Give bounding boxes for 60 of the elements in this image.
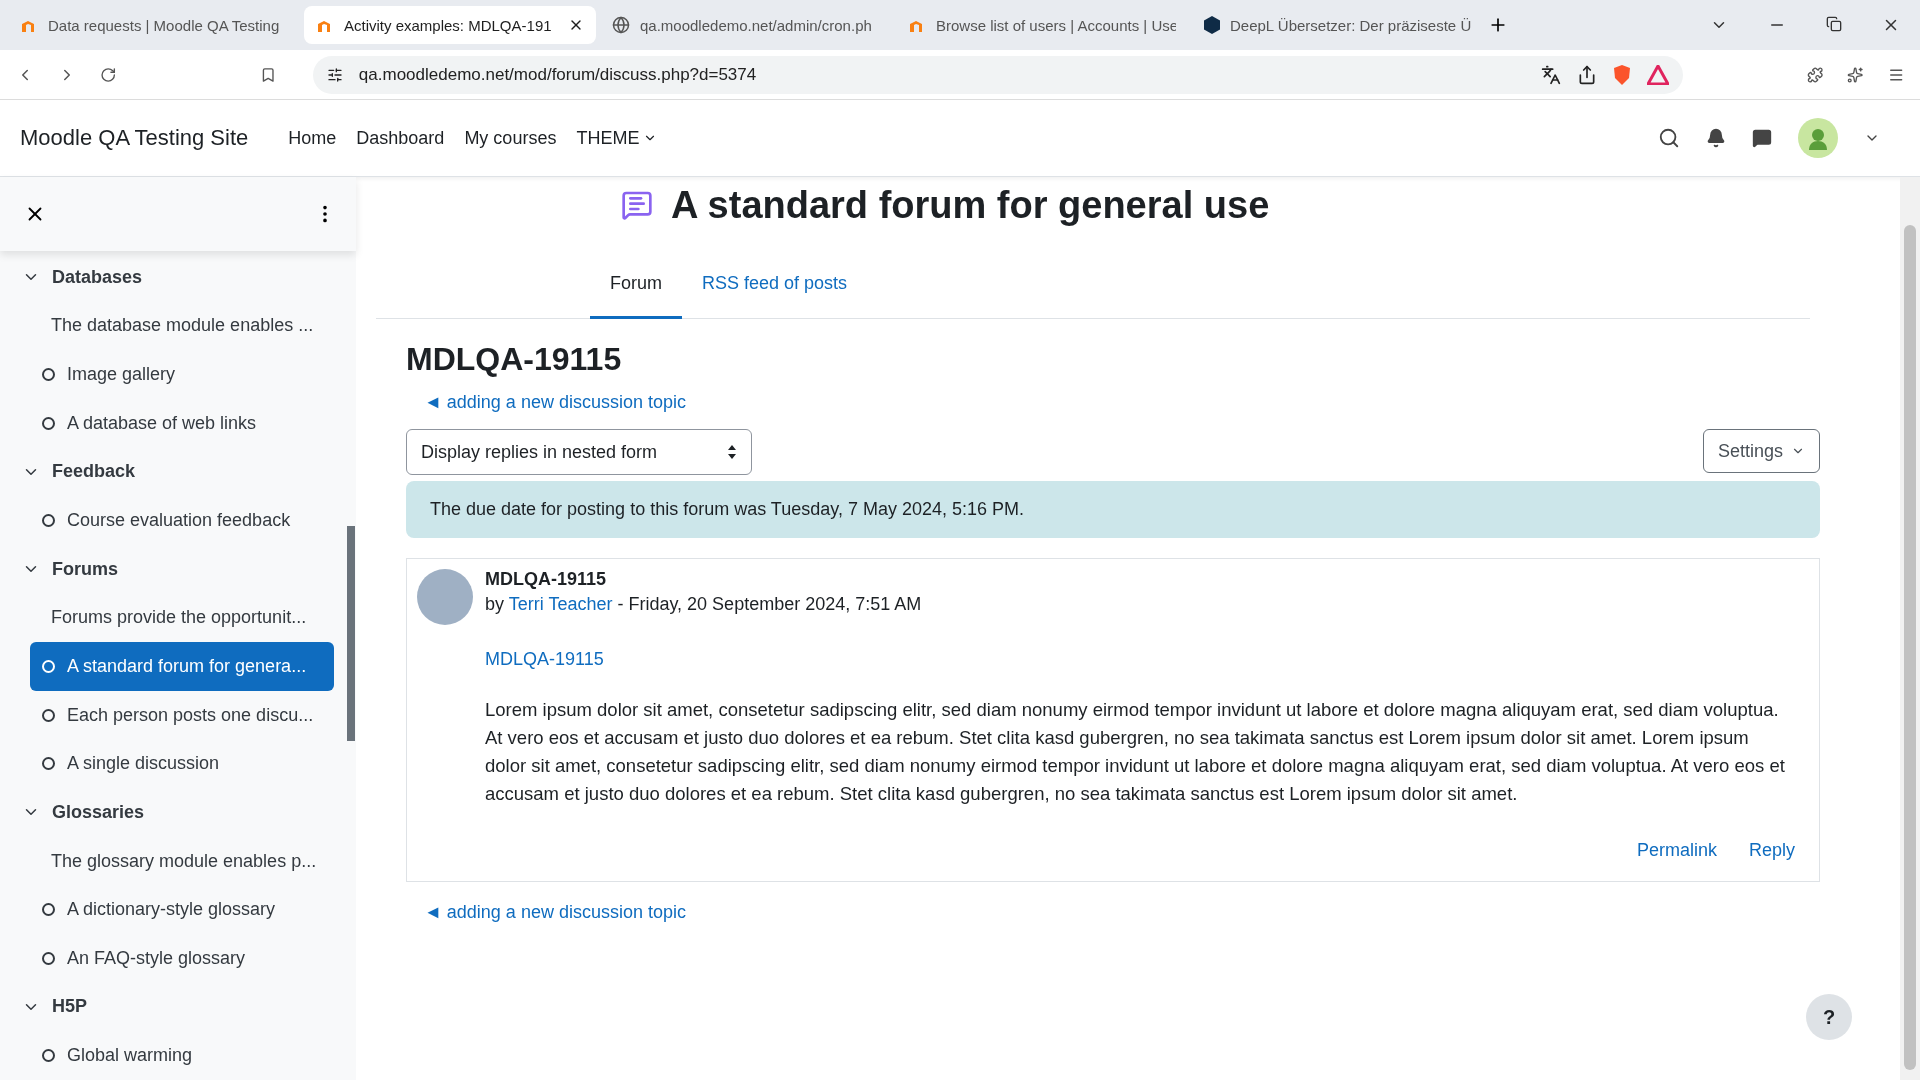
sidebar-item[interactable]: Each person posts one discu... <box>30 690 334 740</box>
sidebar-item[interactable]: Course evaluation feedback <box>30 496 334 545</box>
sidebar-item[interactable]: Image gallery <box>30 350 334 399</box>
due-date-alert: The due date for posting to this forum was Tuesday, 7 May 2024, 5:16 PM. <box>406 481 1820 538</box>
chat-icon[interactable] <box>1752 128 1772 148</box>
translate-icon[interactable] <box>1540 64 1561 85</box>
browser-tab[interactable]: Data requests | Moodle QA Testing <box>8 6 300 44</box>
section-title[interactable]: Feedback <box>52 461 136 483</box>
browser-tab[interactable]: qa.moodledemo.net/admin/cron.ph <box>600 6 892 44</box>
add-topic-link[interactable]: ◄ adding a new discussion topic <box>406 392 686 413</box>
author-link[interactable]: Terri Teacher <box>508 594 613 614</box>
sidebar-item[interactable]: Forums provide the opportunit... <box>30 593 334 643</box>
sidebar-item[interactable]: Global warming <box>30 1031 334 1080</box>
nav-link[interactable]: Home <box>288 127 337 149</box>
forum-icon <box>621 189 653 221</box>
add-topic-link[interactable]: ◄ adding a new discussion topic <box>406 902 686 923</box>
globe-icon <box>612 16 630 34</box>
sidebar-item[interactable]: The database module enables ... <box>30 301 334 351</box>
site-name[interactable]: Moodle QA Testing Site <box>20 125 249 151</box>
nav-link[interactable]: THEME <box>576 127 658 149</box>
scrollbar-thumb[interactable] <box>347 526 355 741</box>
display-mode-select[interactable]: Display replies in nested form <box>406 429 752 475</box>
site-info-icon[interactable] <box>326 66 343 83</box>
section-title[interactable]: Databases <box>52 266 143 288</box>
scrollbar-thumb[interactable] <box>1904 225 1916 1070</box>
nav-link[interactable]: Dashboard <box>356 127 445 149</box>
post-subject: MDLQA-19115 <box>485 569 608 590</box>
sidebar-item[interactable]: A dictionary-style glossary <box>30 885 334 934</box>
bell-icon[interactable] <box>1706 128 1726 148</box>
page-tab[interactable]: Forum <box>590 259 682 319</box>
restore-icon[interactable] <box>1826 16 1842 32</box>
sidebar-item[interactable]: A single discussion <box>30 739 334 789</box>
post-body: Lorem ipsum dolor sit amet, consetetur sadipscing elitr, sed diam nonumy eirmod tempor invidunt ut labore et dolore magna aliquyam erat, sed diam voluptua. At vero eos et accusam et justo duo dolores et ea rebum. Stet clita kasd gubergren, no sea takimata sanctus est Lorem ipsum dolor sit amet. Lorem ipsum dolor sit amet, consetetur sadipscing elitr, sed diam nonumy eirmod tempor invidunt ut labore et dolore magna aliquyam erat, sed diam voluptua. At vero eos et accusam et justo duo dolores et ea rebum. Stet clita kasd gubergren, no sea takimata sanctus est Lorem ipsum dolor sit amet. <box>485 698 1786 806</box>
page-tab[interactable]: RSS feed of posts <box>682 259 868 319</box>
post-action-link[interactable]: Permalink <box>1636 840 1717 861</box>
photo-placeholder <box>417 569 473 625</box>
section-title[interactable]: Forums <box>52 558 118 580</box>
triangle-icon[interactable] <box>1646 64 1669 85</box>
address-field[interactable]: qa.moodledemo.net/mod/forum/discuss.php?d=5374 <box>312 55 1683 94</box>
section-title[interactable]: Glossaries <box>52 801 145 823</box>
browser-tab[interactable]: DeepL Übersetzer: Der präziseste Ü <box>1192 6 1484 44</box>
sidebar-item[interactable]: The glossary module enables p... <box>30 836 334 886</box>
post-action-link[interactable]: Reply <box>1748 840 1795 861</box>
post-meta: by Terri Teacher - Friday, 20 September 2024, 7:51 AM <box>485 594 922 615</box>
search-icon[interactable] <box>1658 127 1680 149</box>
avatar[interactable] <box>1798 118 1838 158</box>
sidebar-item[interactable]: A standard forum for genera... <box>30 642 334 691</box>
hexagon-logo-icon <box>1204 16 1220 34</box>
section-title[interactable]: H5P <box>52 996 87 1018</box>
sort-arrows-icon[interactable] <box>727 444 737 460</box>
nav-link[interactable]: My courses <box>464 127 557 149</box>
discussion-title: MDLQA-19115 <box>406 341 623 378</box>
settings-button[interactable]: Settings <box>1702 429 1820 473</box>
page-title: A standard forum for general use <box>671 183 1270 227</box>
sidebar-item[interactable]: A database of web links <box>30 398 334 448</box>
post-link[interactable]: MDLQA-19115 <box>485 649 604 670</box>
browser-tab[interactable]: Activity examples: MDLQA-191 <box>304 6 596 44</box>
extensions-icon[interactable] <box>1806 64 1824 85</box>
sidebar-item[interactable]: An FAQ-style glossary <box>30 933 334 983</box>
help-button[interactable]: ? <box>1806 994 1852 1040</box>
